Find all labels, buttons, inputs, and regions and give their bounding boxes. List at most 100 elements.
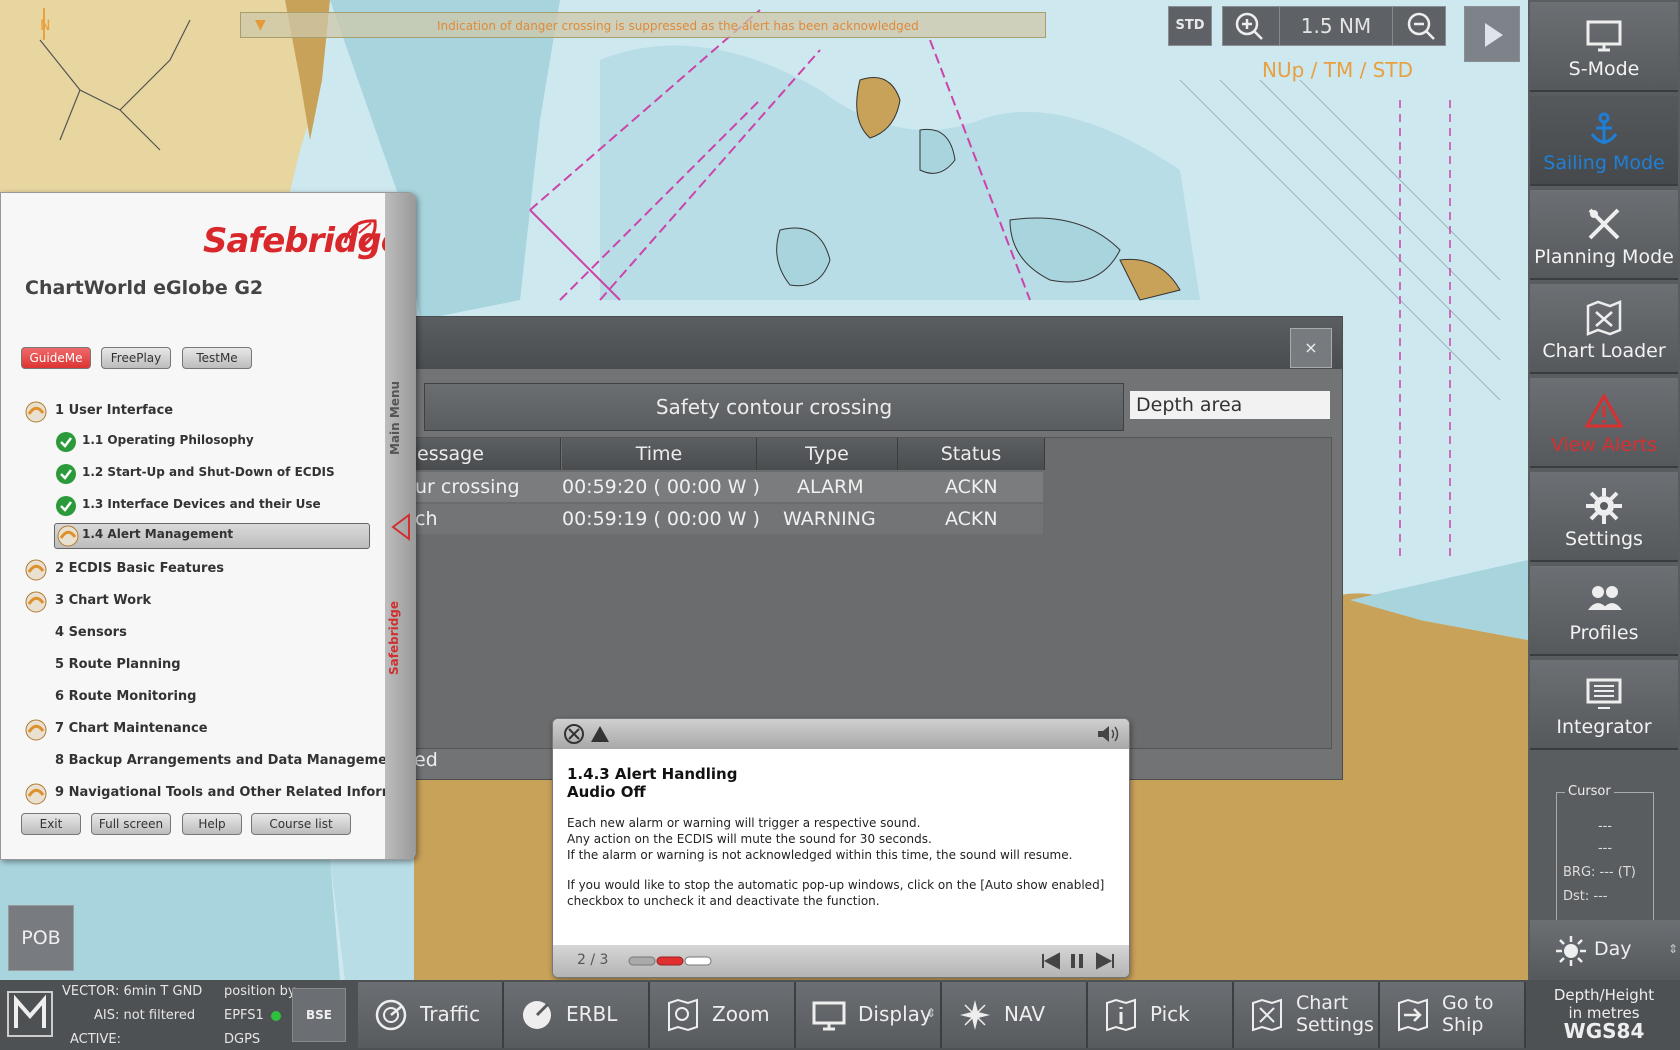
toc-item-3[interactable]: 3 Chart Work (1, 587, 385, 617)
updown-arrow-icon: ⇕ (926, 1006, 937, 1020)
exit-button[interactable]: Exit (21, 813, 81, 835)
planning-mode-button[interactable]: Planning Mode (1530, 190, 1678, 280)
close-circle-icon[interactable] (563, 723, 585, 745)
column-header-time[interactable]: Time (562, 438, 757, 470)
column-header-status[interactable]: Status (898, 438, 1045, 470)
settings-button[interactable]: Settings (1530, 472, 1678, 562)
depth-height-info: Depth/Height in metres WGS84 (1528, 982, 1680, 1048)
toc-label: 1.2 Start-Up and Shut-Down of ECDIS (82, 465, 335, 479)
right-sidebar: S-Mode Sailing Mode Planning Mode Chart … (1528, 0, 1680, 980)
bse-button[interactable]: BSE (292, 988, 346, 1042)
toc-label: 8 Backup Arrangements and Data Managemen… (55, 753, 403, 768)
zoom-out-button[interactable] (1393, 7, 1447, 45)
traffic-button[interactable]: Traffic (358, 982, 504, 1048)
cell-message: ur crossing (415, 476, 520, 498)
zoom-in-button[interactable] (1223, 7, 1277, 45)
triangle-up-icon[interactable] (589, 723, 611, 745)
course-list-button[interactable]: Course list (251, 813, 351, 835)
full-screen-button[interactable]: Full screen (91, 813, 171, 835)
nav-button[interactable]: NAV (942, 982, 1088, 1048)
profiles-button[interactable]: Profiles (1530, 566, 1678, 656)
progress-dots (628, 956, 712, 966)
toc-item-1-3[interactable]: 1.3 Interface Devices and their Use (1, 491, 385, 521)
display-button[interactable]: Display ⇕ (796, 982, 942, 1048)
toc-item-9[interactable]: 9 Navigational Tools and Other Related I… (1, 779, 410, 809)
toc-label: 5 Route Planning (55, 657, 181, 672)
std-button[interactable]: STD (1168, 6, 1212, 46)
check-icon (56, 496, 76, 516)
monitor-icon (1586, 20, 1622, 52)
play-button[interactable] (1464, 6, 1520, 62)
testme-button[interactable]: TestMe (182, 347, 252, 369)
sun-icon (1556, 936, 1586, 966)
toc-item-8[interactable]: 8 Backup Arrangements and Data Managemen… (1, 747, 402, 777)
cell-time: 00:59:20 ( 00:00 W ) (562, 476, 760, 498)
zoom-button[interactable]: Zoom (650, 982, 796, 1048)
pick-label: Pick (1150, 1002, 1190, 1026)
column-header-message[interactable]: essage (415, 438, 561, 470)
help-popup: 1.4.3 Alert Handling Audio Off Each new … (552, 718, 1130, 978)
alert-detail-field: Depth area (1130, 391, 1330, 419)
day-mode-selector[interactable]: Day ⇕ (1530, 920, 1680, 980)
s-mode-button[interactable]: S-Mode (1530, 2, 1678, 92)
cursor-title: Cursor (1565, 784, 1614, 799)
cell-type: ALARM (797, 476, 864, 498)
erbl-button[interactable]: ERBL (504, 982, 650, 1048)
toc-item-5[interactable]: 5 Route Planning (1, 651, 385, 681)
toc-item-2[interactable]: 2 ECDIS Basic Features (1, 555, 385, 585)
cell-message: ch (415, 508, 438, 530)
alerts-close-button[interactable]: × (1290, 328, 1332, 368)
zoom-label: Zoom (712, 1002, 770, 1026)
guideme-button[interactable]: GuideMe (21, 347, 91, 369)
wave-icon (25, 719, 47, 741)
scale-value[interactable]: 1.5 NM (1279, 7, 1393, 45)
display-label: Display (858, 1002, 932, 1026)
toc-item-1[interactable]: 1 User Interface (1, 397, 385, 427)
collapse-triangle-icon[interactable] (391, 513, 411, 541)
alerts-window-titlebar[interactable] (414, 317, 1342, 369)
toc-item-1-1[interactable]: 1.1 Operating Philosophy (1, 427, 385, 457)
chart-settings-icon (1252, 998, 1282, 1032)
profiles-label: Profiles (1569, 622, 1639, 644)
strip-brand-label: Safebridge (387, 600, 401, 675)
bottom-toolbar: VECTOR: 6min T GND AIS: not filtered ACT… (0, 980, 1680, 1050)
skip-back-icon[interactable] (1039, 951, 1063, 971)
chart-settings-button[interactable]: Chart Settings (1234, 982, 1380, 1048)
main-menu-strip[interactable]: Main Menu Safebridge (385, 193, 415, 859)
toc-item-4[interactable]: 4 Sensors (1, 619, 385, 649)
tutorial-panel: Safebridge ChartWorld eGlobe G2 GuideMe … (0, 192, 416, 860)
orientation-mode[interactable]: NUp / TM / STD (1262, 58, 1413, 82)
go-to-ship-button[interactable]: Go to Ship (1380, 982, 1526, 1048)
table-row[interactable]: ch 00:59:19 ( 00:00 W ) WARNING ACKN (415, 504, 1043, 534)
speaker-icon[interactable] (1095, 723, 1123, 745)
table-row[interactable]: ur crossing 00:59:20 ( 00:00 W ) ALARM A… (415, 472, 1043, 502)
s-mode-label: S-Mode (1568, 58, 1640, 80)
toc-item-7[interactable]: 7 Chart Maintenance (1, 715, 385, 745)
toc-item-1-2[interactable]: 1.2 Start-Up and Shut-Down of ECDIS (1, 459, 385, 489)
toc-item-6[interactable]: 6 Route Monitoring (1, 683, 385, 713)
toc-item-1-4[interactable]: 1.4 Alert Management (1, 521, 385, 551)
toc-label: 7 Chart Maintenance (55, 721, 208, 736)
toc-label: 1 User Interface (55, 403, 174, 418)
play-icon (1485, 23, 1503, 47)
help-text: If the alarm or warning is not acknowled… (567, 848, 1073, 862)
anchor-icon (1590, 112, 1618, 144)
active-info: ACTIVE: (70, 1032, 122, 1047)
pause-icon[interactable] (1067, 951, 1087, 971)
integrator-button[interactable]: Integrator (1530, 660, 1678, 750)
view-alerts-button[interactable]: View Alerts (1530, 378, 1678, 468)
sailing-mode-button[interactable]: Sailing Mode (1530, 96, 1678, 186)
pob-button[interactable]: POB (8, 905, 74, 971)
collapse-arrow-icon[interactable]: ▼ (255, 17, 266, 33)
help-body: Each new alarm or warning will trigger a… (567, 815, 1107, 923)
freeplay-button[interactable]: FreePlay (101, 347, 171, 369)
skip-forward-icon[interactable] (1093, 951, 1117, 971)
help-button[interactable]: Help (182, 813, 242, 835)
chart-loader-button[interactable]: Chart Loader (1530, 284, 1678, 374)
erbl-label: ERBL (566, 1002, 618, 1026)
pick-button[interactable]: Pick (1088, 982, 1234, 1048)
m-logo[interactable] (6, 990, 54, 1038)
traffic-label: Traffic (420, 1002, 481, 1026)
datum-label: WGS84 (1563, 1019, 1645, 1043)
column-header-type[interactable]: Type (757, 438, 898, 470)
